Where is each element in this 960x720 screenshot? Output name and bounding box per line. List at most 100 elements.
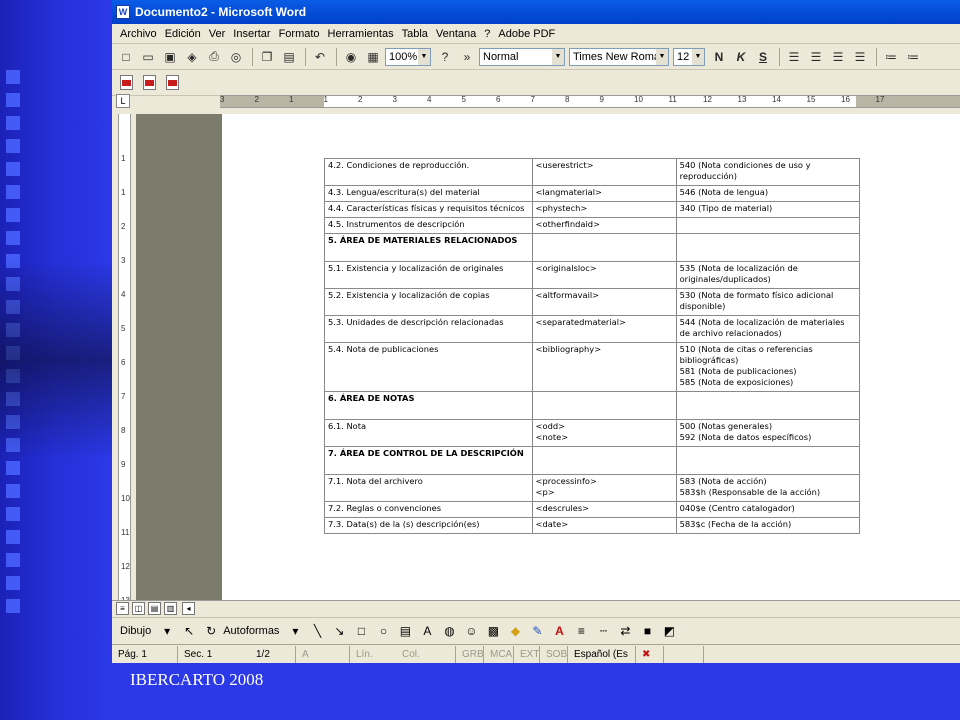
spelling-status-icon[interactable]: ✖ [636,645,664,663]
table-cell[interactable]: <altformavail> [531,288,677,316]
table-cell[interactable]: <originalsloc> [531,261,677,289]
table-icon[interactable]: ▦ [363,47,383,67]
table-cell[interactable]: 7.2. Reglas o convenciones [324,501,533,518]
table-cell[interactable]: 500 (Notas generales) 592 (Nota de datos … [675,419,861,447]
align-right-icon[interactable]: ☰ [828,47,848,67]
table-cell[interactable]: 510 (Nota de citas o referencias bibliog… [675,342,861,392]
line-color-icon[interactable]: ✎ [527,622,547,640]
font-select[interactable]: Times New Roman ▼ [569,47,669,66]
table-cell[interactable]: 535 (Nota de localización de originales/… [675,261,861,289]
ellipse-icon[interactable]: ○ [373,622,393,640]
pdf-email-icon[interactable] [139,73,159,93]
menu-item[interactable]: Formato [279,28,320,40]
table-cell[interactable]: 4.4. Características físicas y requisito… [324,201,533,218]
open-folder-icon[interactable]: ▭ [138,47,158,67]
menu-item[interactable]: ? [484,28,490,40]
status-track-changes[interactable]: MCA [484,645,514,663]
table-cell[interactable]: 7.1. Nota del archivero [324,474,533,502]
table-cell[interactable] [531,391,677,420]
permission-icon[interactable]: ◈ [182,47,202,67]
table-cell[interactable]: 5.2. Existencia y localización de copias [324,288,533,316]
table-cell[interactable] [675,446,861,475]
table-cell[interactable] [675,233,861,262]
3d-style-icon[interactable]: ◩ [659,622,679,640]
table-cell[interactable]: <separatedmaterial> [531,315,677,343]
table-cell[interactable] [531,446,677,475]
table-cell[interactable]: 4.2. Condiciones de reproducción. [324,158,533,186]
status-record-macro[interactable]: GRB [456,645,484,663]
fill-color-icon[interactable]: ◆ [505,622,525,640]
zoom-select[interactable]: 100% ▼ [385,47,431,66]
table-cell[interactable]: 4.5. Instrumentos de descripción [324,217,533,234]
align-center-icon[interactable]: ☰ [806,47,826,67]
vertical-ruler[interactable]: 112345678910111213 [118,114,131,605]
copy-icon[interactable]: ❐ [257,47,277,67]
line-icon[interactable]: ╲ [307,622,327,640]
table-cell[interactable]: <bibliography> [531,342,677,392]
table-cell[interactable]: 583$c (Fecha de la acción) [675,517,861,534]
help-icon[interactable]: ? [435,47,455,67]
table-cell[interactable]: <userestrict> [531,158,677,186]
paste-icon[interactable]: ▤ [279,47,299,67]
bullets-icon[interactable]: ≔ [903,47,923,67]
menu-item[interactable]: Edición [165,28,201,40]
font-size-select[interactable]: 12 ▼ [673,47,705,66]
table-cell[interactable]: 583 (Nota de acción) 583$h (Responsable d… [675,474,861,502]
italic-button[interactable]: K [731,47,751,67]
menu-item[interactable]: Insertar [233,28,270,40]
dash-style-icon[interactable]: ┄ [593,622,613,640]
underline-button[interactable]: S [753,47,773,67]
menu-item[interactable]: Archivo [120,28,157,40]
justify-icon[interactable]: ☰ [850,47,870,67]
arrow-icon[interactable]: ↘ [329,622,349,640]
hyperlink-icon[interactable]: ◉ [341,47,361,67]
pdf-convert-icon[interactable] [116,73,136,93]
image-icon[interactable]: ▩ [483,622,503,640]
table-cell[interactable]: 540 (Nota condiciones de uso y reproducc… [675,158,861,186]
new-document-icon[interactable]: □ [116,47,136,67]
table-cell[interactable]: <date> [531,517,677,534]
table-cell[interactable]: 6. ÁREA DE NOTAS [324,391,533,420]
table-cell[interactable]: 5.3. Unidades de descripción relacionada… [324,315,533,343]
web-view-icon[interactable]: ◫ [132,602,145,615]
table-cell[interactable]: 7.3. Data(s) de la (s) descripción(es) [324,517,533,534]
status-overtype[interactable]: SOB [540,645,568,663]
table-cell[interactable]: 530 (Nota de formato físico adicional di… [675,288,861,316]
rotate-icon[interactable]: ↻ [201,622,221,640]
menu-item[interactable]: Ver [209,28,226,40]
table-cell[interactable]: <processinfo> <p> [531,474,677,502]
autoshapes-menu[interactable]: Autoformas [223,625,279,637]
menu-item[interactable]: Tabla [402,28,428,40]
table-cell[interactable]: <langmaterial> [531,185,677,202]
line-style-icon[interactable]: ≡ [571,622,591,640]
table-cell[interactable]: <odd> <note> [531,419,677,447]
print-icon[interactable]: ⎙ [204,47,224,67]
table-cell[interactable]: <descrules> [531,501,677,518]
select-objects-icon[interactable]: ↖ [179,622,199,640]
pdf-review-icon[interactable] [162,73,182,93]
textbox-icon[interactable]: ▤ [395,622,415,640]
table-cell[interactable]: 7. ÁREA DE CONTROL DE LA DESCRIPCIÓN [324,446,533,475]
style-select[interactable]: Normal ▼ [479,47,565,66]
table-cell[interactable]: 544 (Nota de localización de materiales … [675,315,861,343]
align-left-icon[interactable]: ☰ [784,47,804,67]
diagram-icon[interactable]: ◍ [439,622,459,640]
title-bar[interactable]: W Documento2 - Microsoft Word [112,0,960,24]
font-color-icon[interactable]: A [549,622,569,640]
table-cell[interactable]: 4.3. Lengua/escritura(s) del material [324,185,533,202]
status-language[interactable]: Español (Es [568,645,636,663]
table-cell[interactable]: 040$e (Centro catalogador) [675,501,861,518]
tab-selector[interactable]: L [116,94,130,108]
bold-button[interactable]: N [709,47,729,67]
rectangle-icon[interactable]: □ [351,622,371,640]
clipart-icon[interactable]: ☺ [461,622,481,640]
table-cell[interactable] [675,217,861,234]
table-cell[interactable]: 340 (Tipo de material) [675,201,861,218]
numbering-icon[interactable]: ≔ [881,47,901,67]
shadow-icon[interactable]: ■ [637,622,657,640]
table-cell[interactable]: 546 (Nota de lengua) [675,185,861,202]
scroll-left-icon[interactable]: ◂ [182,602,195,615]
table-cell[interactable]: 5. ÁREA DE MATERIALES RELACIONADOS [324,233,533,262]
save-icon[interactable]: ▣ [160,47,180,67]
arrow-style-icon[interactable]: ⇄ [615,622,635,640]
